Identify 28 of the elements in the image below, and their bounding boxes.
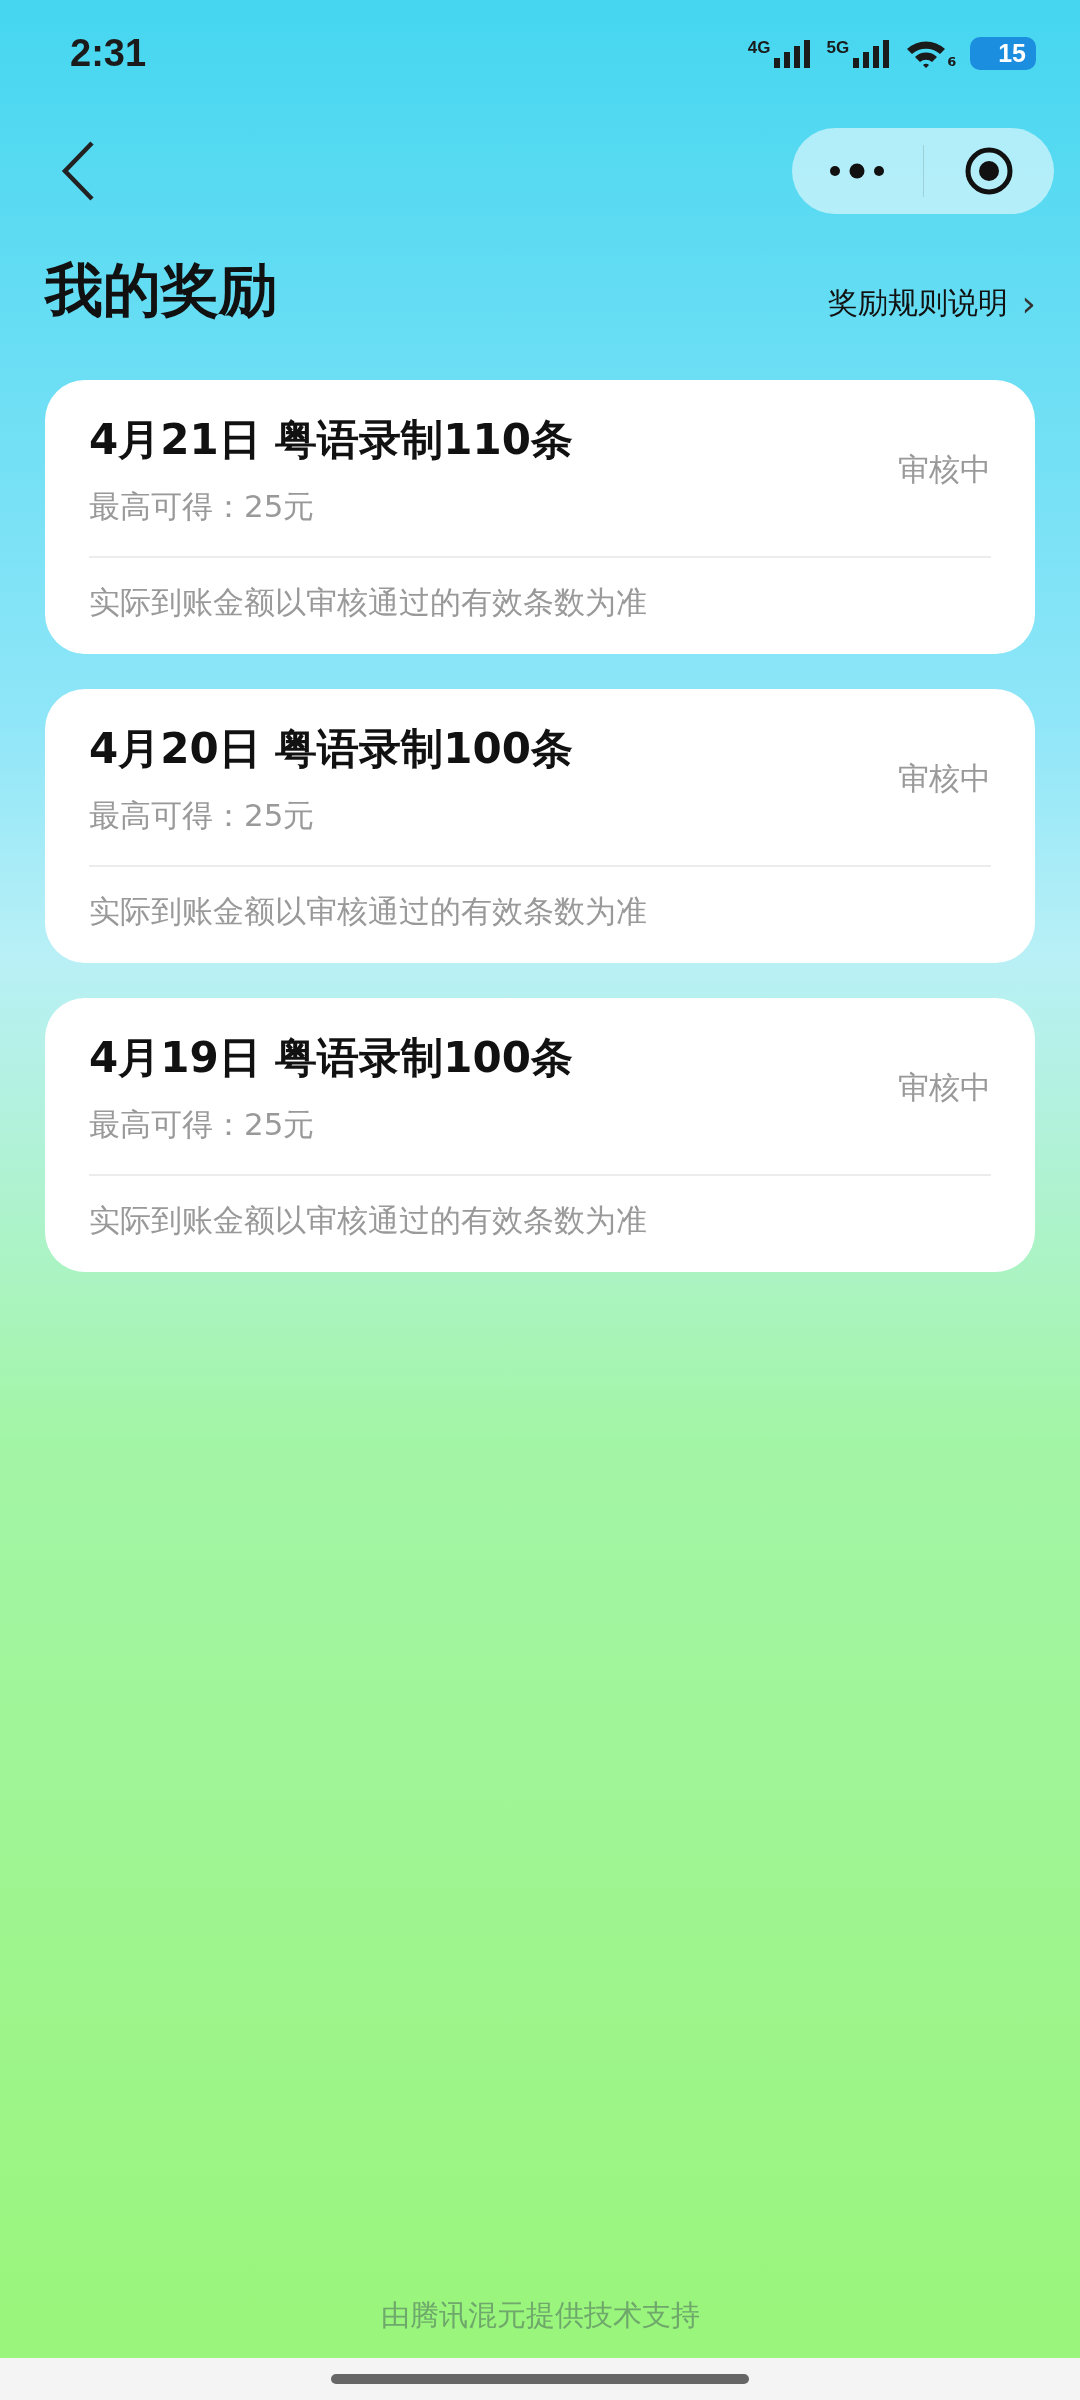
page-title: 我的奖励 — [45, 255, 277, 326]
battery-level: 15 — [970, 36, 1036, 70]
review-status: 审核中 — [898, 759, 991, 798]
more-icon[interactable] — [829, 163, 886, 179]
review-status: 审核中 — [898, 1068, 991, 1107]
reward-card[interactable]: 4月19日 粤语录制100条 最高可得：25元 审核中 实际到账金额以审核通过的有效条数为准 — [45, 998, 1035, 1272]
network-label: 4G — [747, 38, 771, 58]
reward-note: 实际到账金额以审核通过的有效条数为准 — [89, 1201, 648, 1240]
network-label: 5G — [826, 38, 850, 58]
reward-card[interactable]: 4月20日 粤语录制100条 最高可得：25元 审核中 实际到账金额以审核通过的有效条数为准 — [45, 689, 1035, 963]
close-target-icon[interactable] — [963, 146, 1014, 196]
reward-title: 4月19日 粤语录制100条 — [89, 1032, 573, 1084]
reward-note: 实际到账金额以审核通过的有效条数为准 — [89, 892, 648, 931]
rules-link[interactable]: 奖励规则说明 › — [827, 283, 1036, 330]
reward-card[interactable]: 4月21日 粤语录制110条 最高可得：25元 审核中 实际到账金额以审核通过的有效条数为准 — [45, 380, 1035, 654]
status-time: 2:31 — [70, 31, 147, 75]
reward-note: 实际到账金额以审核通过的有效条数为准 — [89, 583, 648, 622]
reward-max: 最高可得：25元 — [89, 487, 316, 526]
reward-title: 4月21日 粤语录制110条 — [89, 414, 573, 466]
review-status: 审核中 — [898, 450, 991, 489]
reward-title: 4月20日 粤语录制100条 — [89, 723, 573, 775]
signal-icon — [851, 38, 892, 68]
footer-credit: 由腾讯混元提供技术支持 — [380, 2298, 700, 2332]
wifi-number: 6 — [947, 54, 957, 69]
reward-max: 最高可得：25元 — [89, 1105, 316, 1144]
back-icon[interactable] — [60, 140, 96, 202]
signal-icon — [772, 38, 813, 68]
reward-max: 最高可得：25元 — [89, 796, 316, 835]
